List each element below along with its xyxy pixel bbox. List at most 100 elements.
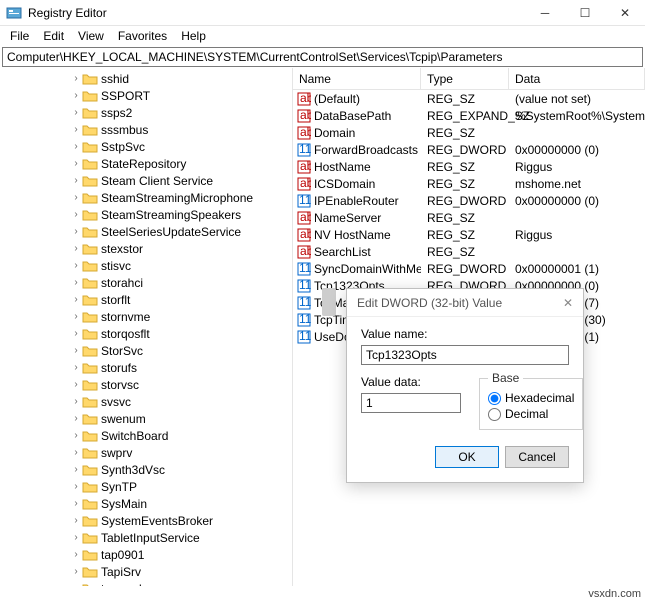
tree-item[interactable]: ›TapiSrv [0,563,292,580]
expander-icon[interactable]: › [70,464,82,475]
tree-item[interactable]: ›SysMain [0,495,292,512]
tree-item[interactable]: ›SteelSeriesUpdateService [0,223,292,240]
expander-icon[interactable]: › [70,515,82,526]
expander-icon[interactable]: › [70,192,82,203]
expander-icon[interactable]: › [70,498,82,509]
expander-icon[interactable]: › [70,90,82,101]
menu-favorites[interactable]: Favorites [112,27,173,45]
radio-hex[interactable] [488,392,501,405]
dialog-titlebar[interactable]: Edit DWORD (32-bit) Value ✕ [347,289,583,317]
tree-item[interactable]: ›svsvc [0,393,292,410]
tree-item[interactable]: ›stisvc [0,257,292,274]
value-data-input[interactable] [361,393,461,413]
tree-item[interactable]: ›Steam Client Service [0,172,292,189]
tree-item[interactable]: ›SystemEventsBroker [0,512,292,529]
expander-icon[interactable]: › [70,209,82,220]
tree-pane[interactable]: ›sshid›SSPORT›ssps2›sssmbus›SstpSvc›Stat… [0,68,293,586]
tree-item[interactable]: ›SSPORT [0,87,292,104]
expander-icon[interactable]: › [70,583,82,586]
value-icon: ab [297,245,311,259]
list-row[interactable]: abDomainREG_SZ [293,124,645,141]
expander-icon[interactable]: › [70,481,82,492]
tree-item[interactable]: ›tap0901 [0,546,292,563]
list-row[interactable]: abNameServerREG_SZ [293,209,645,226]
expander-icon[interactable]: › [70,73,82,84]
expander-icon[interactable]: › [70,294,82,305]
menu-file[interactable]: File [4,27,35,45]
tree-item[interactable]: ›storqosflt [0,325,292,342]
expander-icon[interactable]: › [70,226,82,237]
expander-icon[interactable]: › [70,311,82,322]
tree-item[interactable]: ›sssmbus [0,121,292,138]
tree-item[interactable]: ›sshid [0,70,292,87]
expander-icon[interactable]: › [70,413,82,424]
tree-item[interactable]: ›swprv [0,444,292,461]
ok-button[interactable]: OK [435,446,499,468]
maximize-button[interactable]: ☐ [565,0,605,26]
address-bar[interactable]: Computer\HKEY_LOCAL_MACHINE\SYSTEM\Curre… [2,47,643,67]
value-type: REG_DWORD [421,194,509,208]
expander-icon[interactable]: › [70,362,82,373]
tree-item[interactable]: ›ssps2 [0,104,292,121]
minimize-button[interactable]: ─ [525,0,565,26]
list-row[interactable]: abICSDomainREG_SZmshome.net [293,175,645,192]
expander-icon[interactable]: › [70,243,82,254]
list-row[interactable]: 110ForwardBroadcastsREG_DWORD0x00000000 … [293,141,645,158]
value-name: SearchList [314,245,371,259]
tree-item[interactable]: ›storahci [0,274,292,291]
list-row[interactable]: abNV HostNameREG_SZRiggus [293,226,645,243]
tree-item[interactable]: ›TabletInputService [0,529,292,546]
expander-icon[interactable]: › [70,328,82,339]
expander-icon[interactable]: › [70,345,82,356]
list-row[interactable]: 110SyncDomainWithMembersh...REG_DWORD0x0… [293,260,645,277]
expander-icon[interactable]: › [70,141,82,152]
column-data[interactable]: Data [509,68,645,89]
tree-item[interactable]: ›StorSvc [0,342,292,359]
tree-item[interactable]: ›storflt [0,291,292,308]
expander-icon[interactable]: › [70,124,82,135]
cancel-button[interactable]: Cancel [505,446,569,468]
tree-item[interactable]: ›swenum [0,410,292,427]
menu-view[interactable]: View [72,27,110,45]
column-name[interactable]: Name [293,68,421,89]
list-row[interactable]: abDataBasePathREG_EXPAND_SZ%SystemRoot%\… [293,107,645,124]
expander-icon[interactable]: › [70,107,82,118]
tree-item[interactable]: ›SstpSvc [0,138,292,155]
expander-icon[interactable]: › [70,447,82,458]
expander-icon[interactable]: › [70,532,82,543]
tree-item[interactable]: ›SteamStreamingMicrophone [0,189,292,206]
column-type[interactable]: Type [421,68,509,89]
expander-icon[interactable]: › [70,260,82,271]
close-button[interactable]: ✕ [605,0,645,26]
value-name-input[interactable] [361,345,569,365]
tree-item[interactable]: ›tapnordvpn [0,580,292,586]
list-row[interactable]: abHostNameREG_SZRiggus [293,158,645,175]
menu-edit[interactable]: Edit [37,27,70,45]
expander-icon[interactable]: › [70,379,82,390]
tree-item[interactable]: ›SwitchBoard [0,427,292,444]
expander-icon[interactable]: › [70,158,82,169]
radio-dec[interactable] [488,408,501,421]
list-row[interactable]: ab(Default)REG_SZ(value not set) [293,90,645,107]
tree-item[interactable]: ›SynTP [0,478,292,495]
tree-item[interactable]: ›stornvme [0,308,292,325]
svg-text:ab: ab [300,211,311,224]
expander-icon[interactable]: › [70,430,82,441]
tree-item[interactable]: ›stexstor [0,240,292,257]
tree-item[interactable]: ›StateRepository [0,155,292,172]
menu-help[interactable]: Help [175,27,212,45]
tree-item[interactable]: ›Synth3dVsc [0,461,292,478]
list-row[interactable]: 110IPEnableRouterREG_DWORD0x00000000 (0) [293,192,645,209]
dialog-close-button[interactable]: ✕ [553,296,573,310]
expander-icon[interactable]: › [70,549,82,560]
tree-item[interactable]: ›storufs [0,359,292,376]
scrollbar-thumb[interactable] [322,288,336,316]
expander-icon[interactable]: › [70,277,82,288]
expander-icon[interactable]: › [70,175,82,186]
folder-icon [82,140,98,154]
expander-icon[interactable]: › [70,396,82,407]
tree-item[interactable]: ›storvsc [0,376,292,393]
tree-item[interactable]: ›SteamStreamingSpeakers [0,206,292,223]
list-row[interactable]: abSearchListREG_SZ [293,243,645,260]
expander-icon[interactable]: › [70,566,82,577]
